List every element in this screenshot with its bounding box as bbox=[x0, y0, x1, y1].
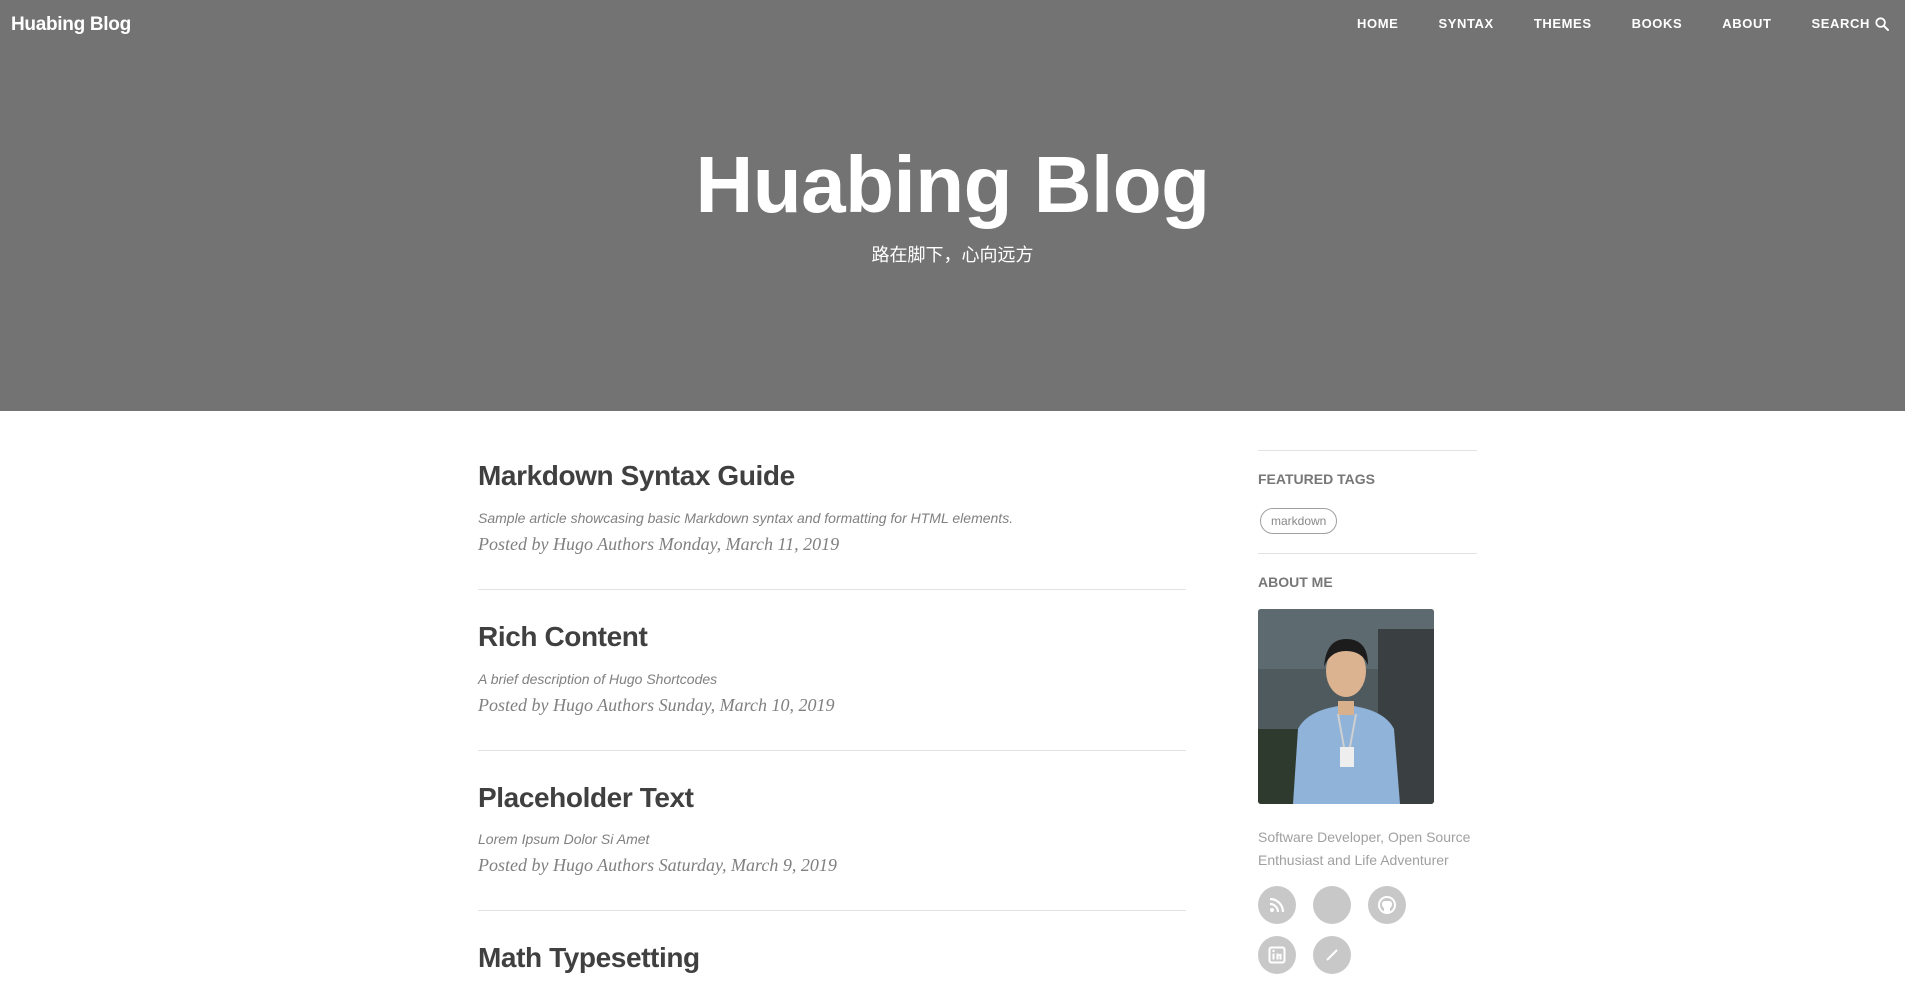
post-description: Sample article showcasing basic Markdown… bbox=[478, 509, 1014, 526]
post-list: Markdown Syntax Guide Sample article sho… bbox=[478, 411, 1186, 1008]
github-icon[interactable] bbox=[1368, 886, 1406, 924]
post-meta: Posted by Hugo Authors Sunday, March 10,… bbox=[478, 694, 835, 715]
nav-themes[interactable]: THEMES bbox=[1534, 16, 1592, 31]
sidebar-divider bbox=[1258, 553, 1477, 554]
post-preview: Markdown Syntax Guide Sample article sho… bbox=[478, 411, 1186, 590]
site-subtitle: 路在脚下，心向远方 bbox=[871, 245, 1034, 266]
post-preview: Placeholder Text Lorem Ipsum Dolor Si Am… bbox=[478, 751, 1186, 912]
post-title-link[interactable]: Markdown Syntax Guide bbox=[478, 460, 1186, 492]
post-title-link[interactable]: Placeholder Text bbox=[478, 782, 1186, 814]
blank-icon[interactable] bbox=[1313, 886, 1351, 924]
post-meta: Posted by Hugo Authors Monday, March 11,… bbox=[478, 533, 840, 554]
post-preview: Rich Content A brief description of Hugo… bbox=[478, 590, 1186, 751]
avatar bbox=[1258, 609, 1434, 804]
site-title: Huabing Blog bbox=[695, 140, 1210, 229]
post-preview: Math Typesetting bbox=[478, 911, 1186, 1008]
featured-tags-section: FEATURED TAGS markdown bbox=[1258, 471, 1477, 553]
sidebar: FEATURED TAGS markdown ABOUT ME Software… bbox=[1258, 450, 1477, 986]
nav-about[interactable]: ABOUT bbox=[1722, 16, 1771, 31]
partial-icon[interactable] bbox=[1313, 936, 1351, 974]
nav-search[interactable]: SEARCH bbox=[1811, 16, 1889, 31]
post-meta: Posted by Hugo Authors Saturday, March 9… bbox=[478, 855, 837, 876]
search-icon bbox=[1875, 16, 1889, 31]
rss-icon[interactable] bbox=[1258, 886, 1296, 924]
about-me-text: Software Developer, Open Source Enthusia… bbox=[1258, 829, 1471, 868]
social-links bbox=[1258, 886, 1477, 986]
featured-tags-heading: FEATURED TAGS bbox=[1258, 471, 1375, 487]
post-title-link[interactable]: Rich Content bbox=[478, 621, 1186, 653]
post-description: A brief description of Hugo Shortcodes bbox=[478, 670, 718, 687]
nav-books[interactable]: BOOKS bbox=[1632, 16, 1683, 31]
nav-home[interactable]: HOME bbox=[1357, 16, 1398, 31]
about-me-section: ABOUT ME Software Developer, Open Source… bbox=[1258, 574, 1477, 986]
tag-markdown[interactable]: markdown bbox=[1260, 508, 1338, 534]
post-title-link[interactable]: Math Typesetting bbox=[478, 943, 1186, 974]
nav-syntax[interactable]: SYNTAX bbox=[1438, 16, 1493, 31]
hero-header: Huabing Blog HOME SYNTAX THEMES BOOKS AB… bbox=[0, 0, 1905, 411]
post-description: Lorem Ipsum Dolor Si Amet bbox=[478, 831, 650, 848]
sidebar-divider bbox=[1258, 450, 1477, 451]
nav-search-label: SEARCH bbox=[1811, 16, 1870, 31]
main-nav: HOME SYNTAX THEMES BOOKS ABOUT SEARCH bbox=[1317, 16, 1889, 31]
brand-link[interactable]: Huabing Blog bbox=[11, 14, 131, 36]
about-me-heading: ABOUT ME bbox=[1258, 574, 1333, 590]
linkedin-icon[interactable] bbox=[1258, 936, 1296, 974]
